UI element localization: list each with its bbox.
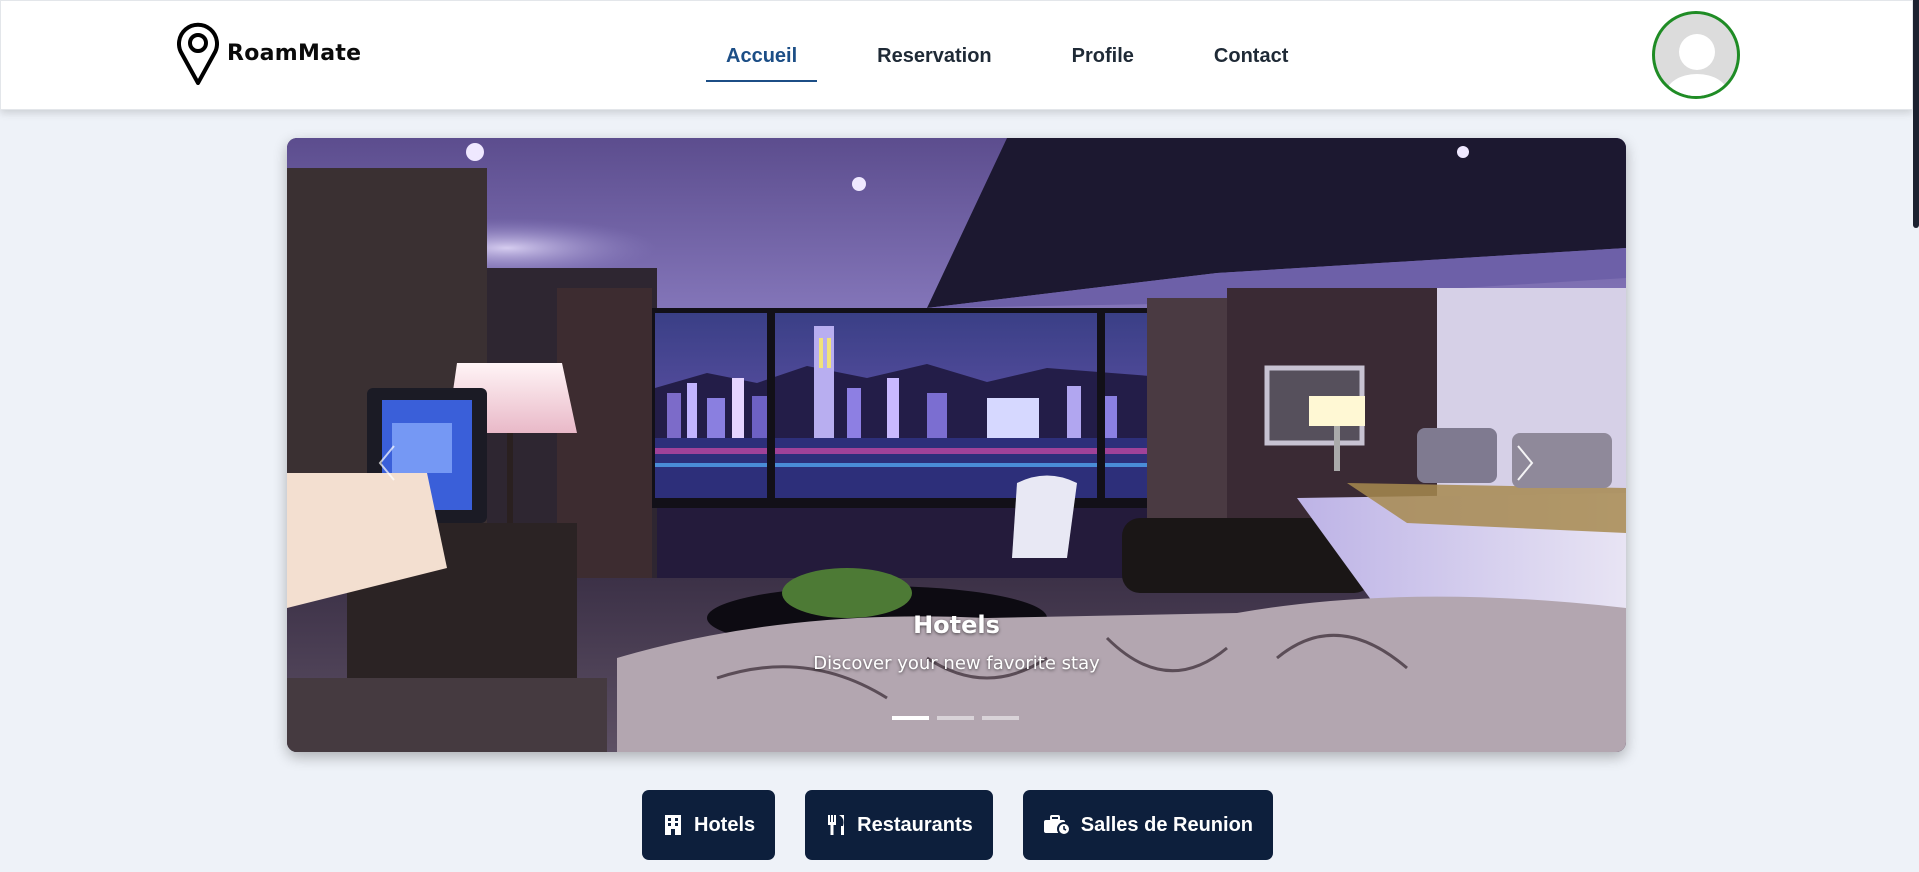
carousel-subtitle: Discover your new favorite stay xyxy=(813,653,1100,674)
salles-de-reunion-button-label: Salles de Reunion xyxy=(1080,813,1253,836)
carousel-indicator-3[interactable] xyxy=(982,716,1019,720)
carousel-prev-button[interactable] xyxy=(367,438,407,488)
brand-name: RoamMate xyxy=(227,40,362,66)
page-scrollbar[interactable] xyxy=(1913,0,1919,228)
carousel-caption: Hotels Discover your new favorite stay xyxy=(287,611,1626,674)
nav-contact[interactable]: Contact xyxy=(1194,33,1308,80)
restaurants-button[interactable]: Restaurants xyxy=(805,790,993,860)
top-navbar: RoamMate Accueil Reservation Profile Con… xyxy=(0,0,1913,110)
nav-accueil[interactable]: Accueil xyxy=(706,33,818,82)
avatar-head xyxy=(1679,34,1715,70)
briefcase-clock-icon xyxy=(1043,815,1071,836)
user-avatar-icon[interactable] xyxy=(1652,11,1740,99)
brand-logo[interactable]: RoamMate xyxy=(177,21,361,85)
nav-profile[interactable]: Profile xyxy=(1052,33,1154,80)
carousel-next-button[interactable] xyxy=(1505,438,1545,488)
category-buttons: Hotels Restaurants Salles de Reunion xyxy=(642,790,1273,860)
carousel-indicator-2[interactable] xyxy=(937,716,974,720)
restaurants-button-label: Restaurants xyxy=(857,813,973,836)
carousel-title: Hotels xyxy=(913,611,1000,639)
utensils-icon xyxy=(828,815,845,835)
map-pin-icon xyxy=(177,21,219,85)
hotels-button-label: Hotels xyxy=(694,813,756,836)
nav-reservation[interactable]: Reservation xyxy=(857,33,1012,80)
carousel-indicators xyxy=(892,716,1019,720)
salles-de-reunion-button[interactable]: Salles de Reunion xyxy=(1022,790,1273,860)
avatar-shoulders xyxy=(1666,74,1728,96)
hotel-icon xyxy=(665,815,681,835)
chevron-left-icon xyxy=(378,445,395,481)
chevron-right-icon xyxy=(1517,445,1534,481)
carousel-indicator-1[interactable] xyxy=(892,716,929,720)
hotels-button[interactable]: Hotels xyxy=(642,790,776,860)
hero-carousel: Hotels Discover your new favorite stay xyxy=(287,138,1626,752)
main-nav: Accueil Reservation Profile Contact xyxy=(706,29,1348,83)
